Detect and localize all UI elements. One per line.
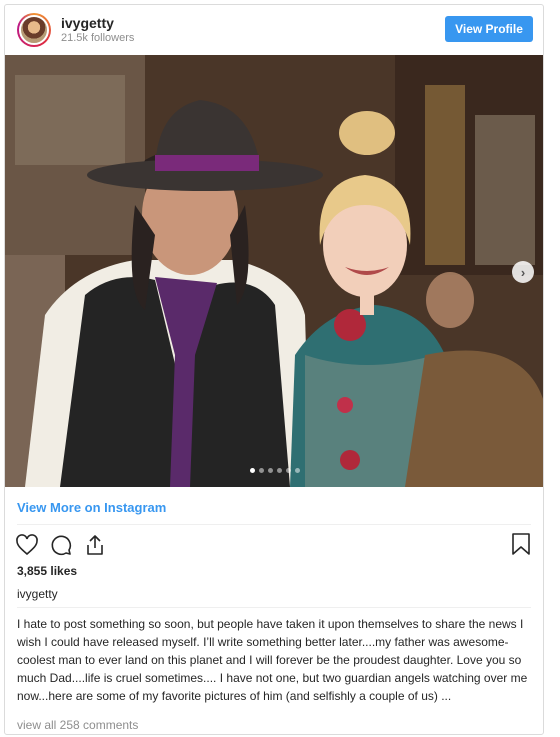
caption-text: I hate to post something so soon, but pe… bbox=[17, 617, 528, 703]
carousel-dot bbox=[259, 468, 264, 473]
instagram-embed-card: ivygetty 21.5k followers View Profile › … bbox=[4, 4, 544, 735]
carousel-next-button[interactable]: › bbox=[512, 261, 534, 283]
post-header: ivygetty 21.5k followers View Profile bbox=[5, 5, 543, 55]
bookmark-icon[interactable] bbox=[511, 532, 531, 556]
avatar-image bbox=[19, 15, 49, 45]
post-photo[interactable]: › bbox=[5, 55, 543, 487]
view-profile-button[interactable]: View Profile bbox=[445, 16, 533, 42]
chevron-right-icon: › bbox=[520, 264, 526, 280]
action-bar bbox=[15, 532, 107, 558]
comment-icon[interactable] bbox=[49, 533, 73, 557]
likes-count[interactable]: 3,855 likes bbox=[17, 564, 77, 578]
view-all-comments-link[interactable]: view all 258 comments bbox=[17, 718, 138, 732]
divider bbox=[17, 524, 531, 525]
share-icon[interactable] bbox=[83, 533, 107, 557]
carousel-dot bbox=[277, 468, 282, 473]
carousel-dot bbox=[295, 468, 300, 473]
divider bbox=[17, 607, 531, 608]
photo-illustration bbox=[5, 55, 543, 487]
view-more-link[interactable]: View More on Instagram bbox=[17, 500, 166, 515]
avatar[interactable] bbox=[17, 13, 51, 47]
carousel-dot bbox=[286, 468, 291, 473]
carousel-dot bbox=[268, 468, 273, 473]
carousel-indicator bbox=[5, 468, 543, 473]
follower-count: 21.5k followers bbox=[61, 32, 135, 44]
carousel-dot bbox=[250, 468, 255, 473]
heart-icon[interactable] bbox=[15, 533, 39, 557]
caption-username[interactable]: ivygetty bbox=[17, 587, 58, 601]
header-username[interactable]: ivygetty bbox=[61, 15, 114, 31]
